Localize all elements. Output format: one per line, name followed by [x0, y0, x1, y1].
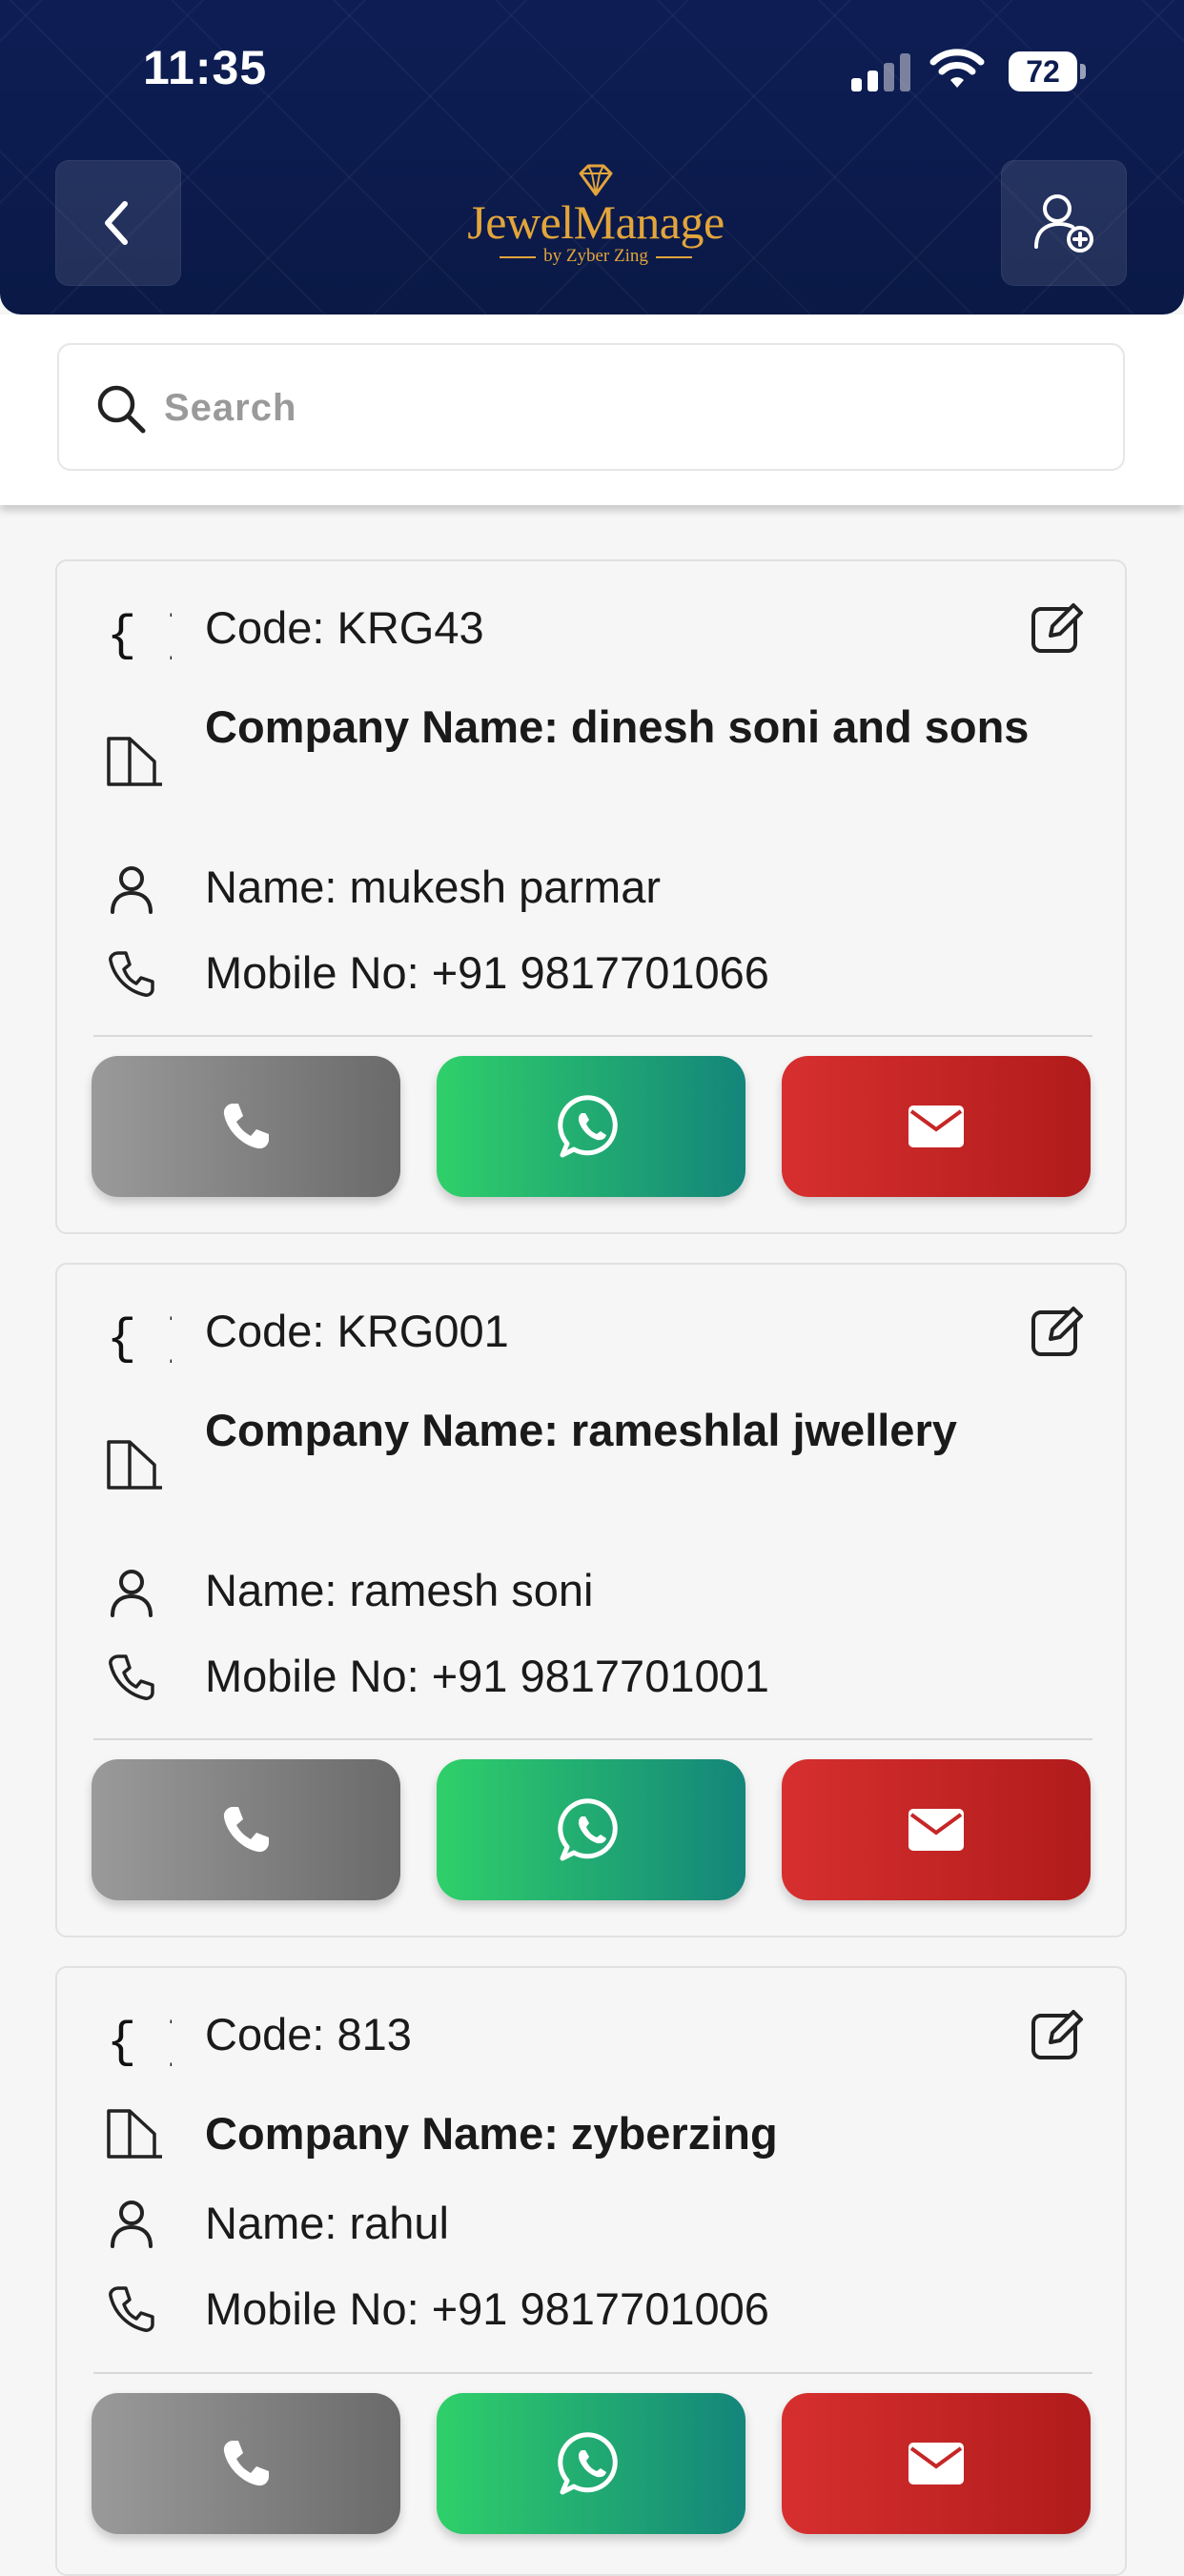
email-button[interactable]	[782, 1056, 1091, 1197]
search-box[interactable]	[57, 343, 1125, 471]
edit-icon[interactable]	[1030, 2006, 1087, 2063]
building-icon	[107, 737, 162, 786]
braces-icon: { }	[107, 1311, 172, 1366]
wifi-icon	[929, 49, 985, 88]
brand-logo: JewelManage by Zyber Zing	[439, 164, 753, 297]
contact-card: { } Code: KRG43 Company Name: dinesh son…	[55, 559, 1127, 1234]
company-name: Company Name: dinesh soni and sons	[205, 701, 1030, 752]
call-button[interactable]	[92, 1759, 400, 1900]
search-icon	[97, 385, 146, 434]
whatsapp-button[interactable]	[437, 1056, 745, 1197]
company-name: Company Name: rameshlal jwellery	[205, 1405, 957, 1455]
card-divider	[93, 1738, 1092, 1740]
svg-text:{ }: { }	[107, 1311, 172, 1366]
contact-code: Code: KRG43	[205, 602, 484, 653]
whatsapp-button[interactable]	[437, 1759, 745, 1900]
edit-icon[interactable]	[1030, 599, 1087, 657]
brand-name: JewelManage	[467, 195, 725, 249]
person-icon	[111, 1570, 153, 1617]
battery-indicator: 72	[1009, 51, 1087, 91]
call-button[interactable]	[92, 1056, 400, 1197]
battery-cap	[1080, 64, 1086, 79]
whatsapp-icon	[558, 1798, 618, 1861]
mail-icon	[908, 1809, 964, 1851]
status-time: 11:35	[143, 41, 268, 94]
email-button[interactable]	[782, 2393, 1091, 2534]
phone-icon	[109, 2286, 154, 2332]
card-divider	[93, 2372, 1092, 2374]
contact-person-name: Name: mukesh parmar	[205, 862, 661, 912]
search-input[interactable]	[162, 374, 1100, 442]
braces-icon: { }	[107, 2015, 172, 2069]
contact-card: { } Code: KRG001 Company Name: rameshlal…	[55, 1263, 1127, 1937]
whatsapp-icon	[558, 1095, 618, 1158]
contact-person-name: Name: rahul	[205, 2198, 449, 2248]
building-icon	[107, 2109, 162, 2159]
contact-code: Code: KRG001	[205, 1306, 509, 1356]
back-button[interactable]	[55, 160, 181, 286]
phone-icon	[223, 2441, 269, 2486]
card-divider	[93, 1035, 1092, 1037]
edit-icon[interactable]	[1030, 1303, 1087, 1360]
whatsapp-icon	[558, 2432, 618, 2495]
email-button[interactable]	[782, 1759, 1091, 1900]
contact-person-name: Name: ramesh soni	[205, 1565, 594, 1615]
mail-icon	[908, 1105, 964, 1147]
battery-level: 72	[1009, 51, 1077, 91]
chevron-left-icon	[105, 201, 128, 245]
app-header: 11:35 72 JewelManage by Zyber Zing	[0, 0, 1184, 314]
search-bar-container	[0, 314, 1184, 505]
phone-icon	[223, 1807, 269, 1853]
signal-icon	[851, 53, 910, 91]
whatsapp-button[interactable]	[437, 2393, 745, 2534]
mail-icon	[908, 2443, 964, 2485]
contact-card: { } Code: 813 Company Name: zyberzing Na…	[55, 1966, 1127, 2576]
person-icon	[111, 866, 153, 914]
braces-icon: { }	[107, 608, 172, 662]
person-icon	[111, 2201, 153, 2248]
building-icon	[107, 1440, 162, 1490]
svg-text:{ }: { }	[107, 608, 172, 662]
brand-tagline: by Zyber Zing	[439, 246, 753, 267]
add-user-icon	[1034, 194, 1093, 253]
contact-mobile: Mobile No: +91 9817701006	[205, 2283, 769, 2334]
phone-icon	[223, 1104, 269, 1149]
phone-icon	[109, 1654, 154, 1700]
diamond-icon	[579, 164, 613, 196]
call-button[interactable]	[92, 2393, 400, 2534]
svg-text:{ }: { }	[107, 2015, 172, 2069]
contact-mobile: Mobile No: +91 9817701066	[205, 947, 769, 998]
company-name: Company Name: zyberzing	[205, 2108, 778, 2159]
phone-icon	[109, 951, 154, 997]
contact-mobile: Mobile No: +91 9817701001	[205, 1651, 769, 1701]
contact-code: Code: 813	[205, 2009, 412, 2059]
add-user-button[interactable]	[1001, 160, 1127, 286]
